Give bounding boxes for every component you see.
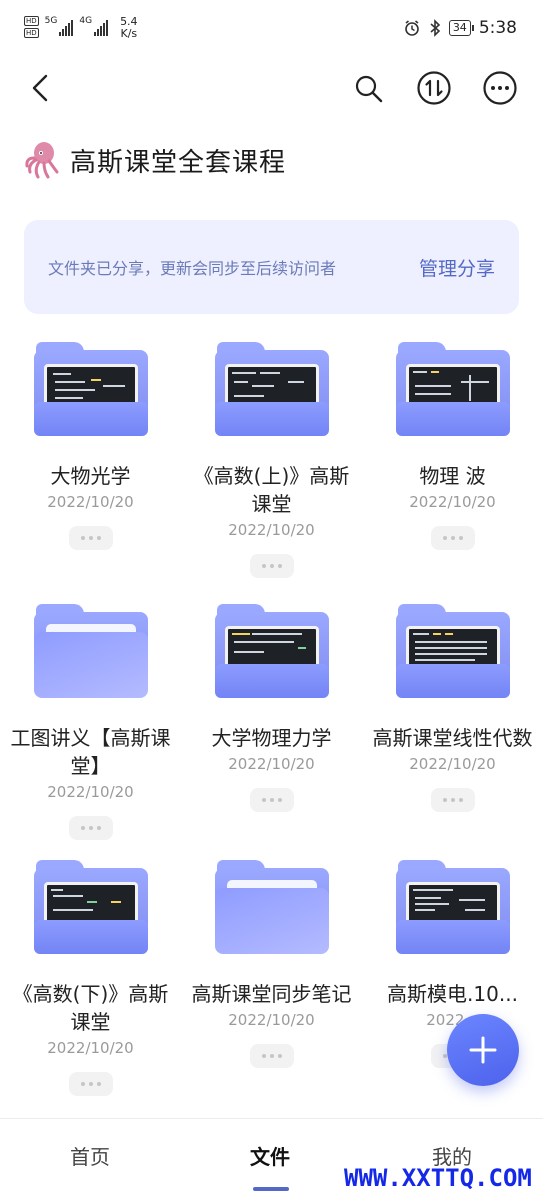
folder-more-button[interactable] bbox=[68, 816, 113, 840]
folder-item[interactable]: 工图讲义【高斯课堂】 2022/10/20 bbox=[0, 602, 181, 840]
share-banner: 文件夹已分享，更新会同步至后续访问者 管理分享 bbox=[24, 220, 519, 314]
nav-files[interactable]: 文件 bbox=[250, 1141, 290, 1170]
plus-icon bbox=[469, 1036, 497, 1064]
folder-more-button[interactable] bbox=[430, 526, 475, 550]
folder-name: 高斯课堂线性代数 bbox=[372, 726, 533, 750]
folder-icon bbox=[33, 602, 148, 698]
search-button[interactable] bbox=[350, 70, 388, 108]
folder-icon bbox=[395, 602, 510, 698]
page-title-row: 高斯课堂全套课程 bbox=[24, 140, 286, 180]
top-bar bbox=[0, 60, 543, 120]
sort-button[interactable] bbox=[414, 68, 454, 108]
folder-more-button[interactable] bbox=[249, 1044, 294, 1068]
signal-bars-icon bbox=[94, 20, 109, 36]
octopus-icon bbox=[25, 142, 59, 179]
folder-date: 2022/10/20 bbox=[228, 755, 315, 773]
folder-date: 2022/10/20 bbox=[47, 1039, 134, 1057]
speed-unit: K/s bbox=[120, 27, 138, 40]
signal-bars-icon bbox=[59, 20, 74, 36]
folder-name: 物理 波 bbox=[419, 464, 486, 488]
folder-item[interactable]: 高斯课堂线性代数 2022/10/20 bbox=[362, 602, 543, 812]
folder-more-button[interactable] bbox=[249, 788, 294, 812]
sort-icon bbox=[417, 71, 451, 105]
status-right: 34 5:38 bbox=[403, 18, 517, 38]
folder-icon bbox=[33, 340, 148, 436]
folder-item[interactable]: 《高数(上)》高斯课堂 2022/10/20 bbox=[181, 340, 362, 578]
network-speed: 5.4 K/s bbox=[120, 16, 138, 40]
folder-icon bbox=[214, 340, 329, 436]
folder-more-button[interactable] bbox=[68, 1072, 113, 1096]
battery-indicator: 34 bbox=[448, 20, 474, 36]
folder-item[interactable]: 《高数(下)》高斯课堂 2022/10/20 bbox=[0, 858, 181, 1096]
folder-name: 工图讲义【高斯课堂】 bbox=[10, 726, 171, 778]
folder-item[interactable]: 高斯课堂同步笔记 2022/10/20 bbox=[181, 858, 362, 1068]
folder-more-button[interactable] bbox=[249, 554, 294, 578]
status-bar: HD HD 5G 4G 5.4 K/s 34 5:38 bbox=[0, 0, 543, 60]
folder-name: 高斯模电.10... bbox=[387, 982, 518, 1006]
folder-date: 2022/10/20 bbox=[409, 755, 496, 773]
add-button[interactable] bbox=[447, 1014, 519, 1086]
folder-date: 2022/10/20 bbox=[228, 1011, 315, 1029]
back-arrow-icon bbox=[32, 74, 48, 102]
folder-icon bbox=[214, 858, 329, 954]
sim1-badge: HD bbox=[24, 16, 39, 26]
network-type-1: 5G bbox=[44, 16, 58, 26]
folder-icon bbox=[33, 858, 148, 954]
more-options-button[interactable] bbox=[480, 68, 520, 108]
folder-name: 《高数(上)》高斯课堂 bbox=[193, 464, 350, 516]
folder-item[interactable]: 物理 波 2022/10/20 bbox=[362, 340, 543, 550]
status-left: HD HD 5G 4G 5.4 K/s bbox=[24, 16, 138, 40]
signal-5g: 5G bbox=[45, 16, 74, 36]
page-title: 高斯课堂全套课程 bbox=[70, 147, 287, 178]
folder-item[interactable]: 大物光学 2022/10/20 bbox=[0, 340, 181, 550]
folder-icon bbox=[395, 858, 510, 954]
folder-date: 2022/10/20 bbox=[47, 493, 134, 511]
sim2-badge: HD bbox=[24, 28, 39, 38]
folder-more-button[interactable] bbox=[68, 526, 113, 550]
watermark: WWW.XXTTQ.COM bbox=[344, 1164, 532, 1192]
back-button[interactable] bbox=[22, 70, 58, 106]
signal-4g: 4G bbox=[79, 16, 109, 36]
folder-date: 2022/10/20 bbox=[47, 783, 134, 801]
search-icon bbox=[355, 75, 383, 103]
folder-item[interactable]: 大学物理力学 2022/10/20 bbox=[181, 602, 362, 812]
folder-icon bbox=[395, 340, 510, 436]
folder-name: 大物光学 bbox=[50, 464, 131, 488]
folder-icon bbox=[214, 602, 329, 698]
network-type-2: 4G bbox=[79, 16, 93, 26]
alarm-icon bbox=[405, 20, 419, 36]
sim-indicators: HD HD bbox=[24, 16, 39, 38]
manage-share-button[interactable]: 管理分享 bbox=[419, 254, 495, 281]
folder-date: 2022... bbox=[426, 1011, 479, 1029]
folder-date: 2022/10/20 bbox=[228, 521, 315, 539]
active-tab-indicator bbox=[253, 1187, 289, 1191]
nav-home[interactable]: 首页 bbox=[70, 1141, 110, 1170]
folder-name: 《高数(下)》高斯课堂 bbox=[12, 982, 169, 1034]
more-icon bbox=[483, 71, 517, 105]
folder-name: 大学物理力学 bbox=[211, 726, 332, 750]
folder-more-button[interactable] bbox=[430, 788, 475, 812]
share-message: 文件夹已分享，更新会同步至后续访问者 bbox=[48, 259, 337, 278]
folder-date: 2022/10/20 bbox=[409, 493, 496, 511]
folder-name: 高斯课堂同步笔记 bbox=[191, 982, 352, 1006]
bluetooth-icon bbox=[430, 19, 440, 37]
clock: 5:38 bbox=[478, 18, 517, 38]
